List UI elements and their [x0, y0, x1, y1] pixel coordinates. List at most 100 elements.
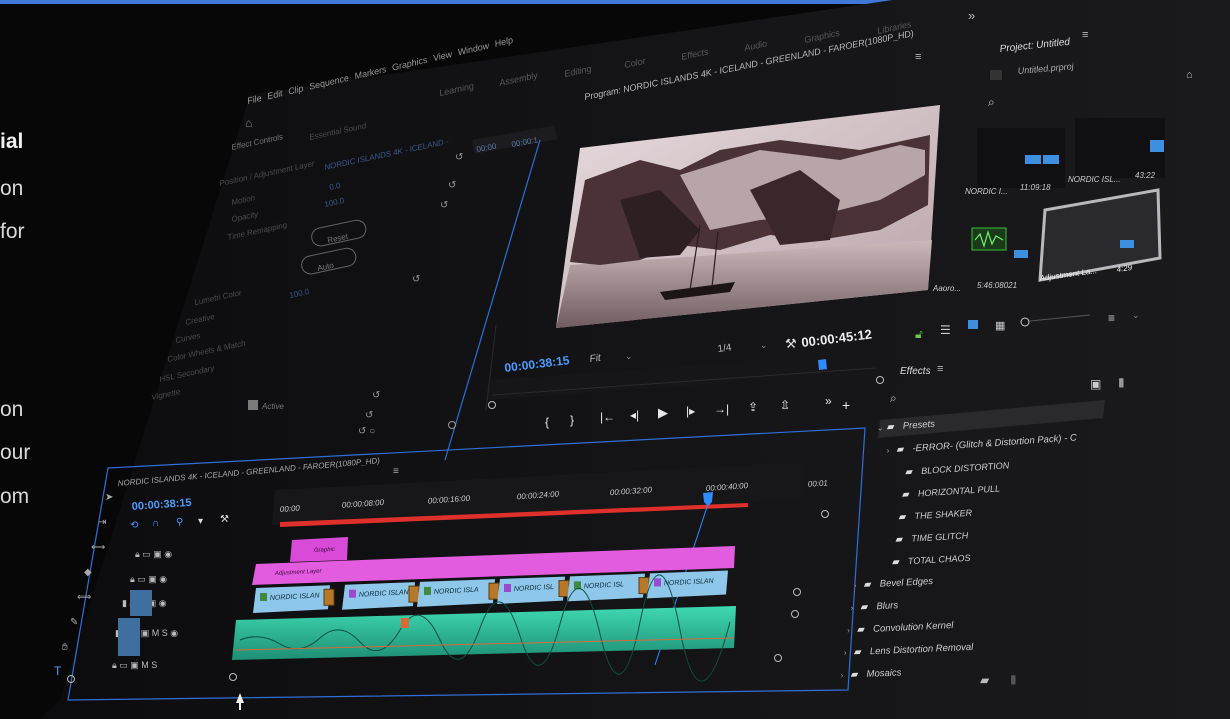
snap-icon[interactable]: ∩ — [152, 518, 159, 529]
type-tool-icon[interactable]: T — [54, 664, 62, 678]
reset-param-icon[interactable]: ↺ — [440, 200, 448, 211]
project-item-name: NORDIC I... — [965, 187, 1008, 196]
panel-menu-icon[interactable]: ≡ — [1082, 29, 1088, 41]
new-bin-icon[interactable]: ▣ — [1090, 377, 1101, 391]
transition-marker[interactable] — [408, 585, 420, 603]
video-badge-icon — [1120, 240, 1134, 248]
wrench-icon[interactable]: ⚒ — [785, 336, 797, 351]
preset-icon: ▰ — [905, 467, 914, 478]
panel-menu-icon[interactable]: ≡ — [915, 51, 921, 63]
folder-icon: ▰ — [860, 602, 869, 613]
add-button-icon[interactable]: + — [842, 397, 850, 413]
list-view-icon[interactable]: ☰ — [940, 323, 951, 337]
ruler-tick-label: 00:01 — [808, 478, 829, 488]
transition-marker[interactable] — [558, 580, 570, 598]
chevron-down-icon[interactable]: ⌄ — [760, 340, 768, 350]
selection-tool-icon[interactable]: ➤ — [105, 492, 113, 503]
editor-screen-photo: File Edit Clip SequenceMarkersGraphics View W… — [40, 0, 1230, 719]
fx-badge-icon — [260, 593, 267, 601]
slip-tool-icon[interactable]: ⟺ — [77, 592, 91, 603]
transition-marker[interactable] — [323, 588, 335, 606]
search-icon[interactable]: ⌕ — [890, 391, 897, 405]
sequence-badge-icon — [1150, 140, 1164, 152]
folder-icon: ▰ — [850, 669, 858, 680]
extract-icon[interactable]: ⇫ — [780, 398, 790, 412]
effects-title: Effects — [900, 366, 931, 377]
preset-icon: ▰ — [898, 512, 907, 523]
pen-tool-icon[interactable]: ✎ — [70, 617, 78, 628]
sequence-badge-icon — [1043, 155, 1059, 164]
project-item-duration: 11:09:18 — [1020, 183, 1051, 192]
trash-icon[interactable]: ▮ — [1118, 375, 1125, 389]
razor-tool-icon[interactable]: ◆ — [84, 567, 92, 578]
project-item-name: Aaoro... — [932, 284, 961, 293]
video-audio-badge-icon — [1025, 155, 1041, 164]
audio-keyframe[interactable] — [401, 618, 409, 628]
icon-view-icon[interactable] — [968, 320, 978, 329]
chevron-down-icon[interactable]: ⌄ — [1132, 310, 1140, 320]
new-bin-icon[interactable]: ⌂ — [1186, 69, 1193, 81]
project-item-duration: 43:22 — [1135, 171, 1156, 180]
linked-selection-icon[interactable]: ⚲ — [176, 517, 183, 528]
freeform-view-icon[interactable]: ▦ — [995, 320, 1005, 332]
more-workspaces-icon[interactable]: » — [968, 8, 975, 23]
effects-item-label: Blurs — [876, 600, 898, 612]
track-select-icon[interactable]: ⇥ — [98, 517, 106, 528]
play-icon[interactable]: ▶ — [658, 405, 668, 420]
project-file-icon — [990, 70, 1002, 80]
playback-resolution-select[interactable]: 1/4 — [717, 342, 733, 355]
active-checkbox[interactable] — [248, 400, 258, 410]
reset-param-icon[interactable]: ↺ — [372, 390, 380, 401]
search-icon[interactable]: ⌕ — [988, 95, 995, 109]
sort-icon[interactable]: ≡ — [1108, 311, 1115, 325]
ruler-tick-label: 00:00 — [280, 504, 301, 514]
new-folder-icon[interactable]: ▰ — [980, 673, 990, 687]
project-item-duration: 5:46:08021 — [977, 281, 1017, 290]
fx-badge-icon — [504, 583, 511, 592]
preset-icon: ▰ — [892, 557, 901, 568]
track-controls-v2[interactable]: 🔒︎ ▭ ▣ ◉ — [130, 574, 167, 584]
delete-icon[interactable]: ▮ — [1010, 672, 1017, 686]
hand-tool-icon[interactable]: ✋︎ — [62, 642, 68, 653]
lift-icon[interactable]: ⇪ — [748, 400, 758, 414]
chevron-icon[interactable]: ⌄ — [877, 423, 884, 432]
reset-param-icon[interactable]: ↺ — [448, 180, 456, 191]
go-to-out-icon[interactable]: →| — [714, 402, 729, 416]
step-forward-icon[interactable]: |▸ — [686, 404, 695, 418]
marker-icon[interactable]: ▾ — [198, 516, 203, 527]
fx-badge-icon — [424, 586, 431, 595]
preset-icon: ▰ — [902, 489, 911, 500]
track-target-v1[interactable] — [130, 590, 152, 616]
nest-icon[interactable]: ⟲ — [130, 520, 139, 531]
track-target-a1[interactable] — [118, 618, 140, 656]
fx-badge-icon — [654, 578, 661, 587]
graphic-clip-label: Graphic — [314, 547, 335, 554]
go-to-in-icon[interactable]: |← — [600, 410, 615, 424]
reset-param-icon[interactable]: ↺ — [455, 152, 463, 163]
mark-in-icon[interactable]: { — [545, 415, 549, 429]
more-controls-icon[interactable]: » — [825, 394, 832, 408]
reset-param-icon[interactable]: ↺ — [365, 410, 373, 421]
effects-item-label: Mosaics — [866, 667, 902, 679]
chevron-down-icon[interactable]: ⌄ — [625, 351, 633, 361]
project-item-name: NORDIC ISL... — [1068, 175, 1120, 184]
reset-param-icon[interactable]: ↺ ○ — [358, 426, 375, 437]
ripple-edit-icon[interactable]: ⟷ — [91, 542, 105, 553]
panel-menu-icon[interactable]: ≡ — [937, 363, 943, 375]
effects-item-label: Presets — [902, 419, 935, 432]
transition-marker[interactable] — [488, 582, 500, 600]
active-label: Active — [261, 402, 284, 411]
folder-icon: ▰ — [857, 624, 866, 635]
audio-badge-icon — [1014, 250, 1028, 258]
lock-icon[interactable]: 🔓︎ — [915, 327, 923, 341]
settings-wrench-icon[interactable]: ⚒ — [220, 514, 229, 525]
step-back-icon[interactable]: ◂| — [630, 408, 639, 422]
reset-param-icon[interactable]: ↺ — [412, 274, 420, 285]
mark-out-icon[interactable]: } — [570, 413, 574, 427]
track-controls-a2[interactable]: 🔒︎ ▭ ▣ M S — [112, 660, 157, 670]
track-controls-v3[interactable]: 🔒︎ ▭ ▣ ◉ — [135, 549, 172, 559]
fx-badge-icon — [349, 589, 356, 598]
panel-menu-icon[interactable]: ≡ — [393, 466, 399, 477]
program-playhead[interactable] — [818, 359, 828, 370]
home-icon[interactable]: ⌂ — [245, 116, 252, 130]
